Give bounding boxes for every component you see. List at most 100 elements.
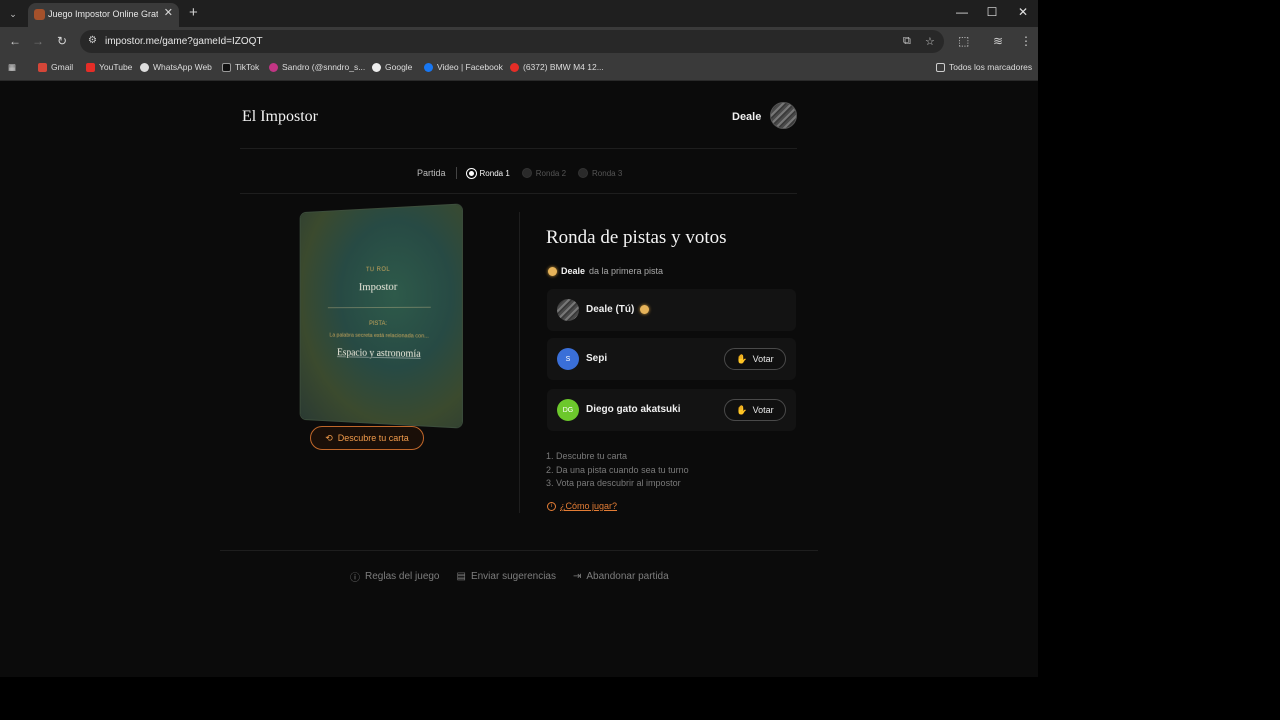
card-role: Impostor bbox=[358, 280, 398, 294]
card-divider bbox=[327, 306, 431, 309]
youtube-icon bbox=[510, 62, 519, 72]
info-icon: i bbox=[547, 501, 556, 511]
user-avatar[interactable] bbox=[770, 102, 797, 129]
instructions: 1. Descubre tu carta 2. Da una pista cua… bbox=[546, 450, 689, 491]
bookmark-google[interactable]: Google bbox=[372, 62, 412, 72]
player-name: Sepi bbox=[586, 353, 608, 364]
window-close-icon[interactable]: ✕ bbox=[1013, 5, 1033, 19]
install-icon[interactable]: ⧉ bbox=[903, 35, 911, 48]
folder-icon bbox=[936, 62, 945, 72]
apps-icon[interactable]: ▦ bbox=[8, 62, 16, 73]
flip-icon: ⟲ bbox=[325, 432, 333, 443]
partida-label: Partida bbox=[417, 168, 446, 178]
avatar: S bbox=[557, 348, 579, 370]
favicon-icon bbox=[34, 9, 45, 20]
round-dot-icon bbox=[578, 168, 589, 178]
player-name: Diego gato akatsuki bbox=[586, 404, 681, 415]
card-pista-sub: La palabra secreta está relacionada con.… bbox=[329, 332, 429, 340]
leave-game-link[interactable]: ⇥ Abandonar partida bbox=[573, 569, 669, 584]
whatsapp-icon bbox=[140, 62, 149, 72]
info-icon: ⓘ bbox=[350, 573, 360, 584]
site-logo[interactable]: El Impostor bbox=[242, 108, 318, 126]
step-item: 3. Vota para descubrir al impostor bbox=[546, 478, 681, 488]
avatar bbox=[557, 299, 579, 321]
hand-icon: ✋ bbox=[736, 404, 748, 415]
card-role-label: TU ROL bbox=[365, 266, 391, 274]
player-row: S Sepi ✋ Votar bbox=[547, 338, 796, 380]
bookmark-tiktok[interactable]: TikTok bbox=[222, 62, 259, 72]
browser-window: ⌄ Juego Impostor Online Gratis - ✕ + — ☐… bbox=[0, 0, 1038, 677]
tab-title: Juego Impostor Online Gratis - bbox=[48, 9, 158, 19]
rounds-divider bbox=[240, 193, 797, 194]
suggestions-link[interactable]: ▤ Enviar sugerencias bbox=[457, 569, 557, 584]
tiktok-icon bbox=[222, 62, 231, 72]
round-dot-icon bbox=[521, 168, 532, 178]
round-3: Ronda 3 bbox=[578, 168, 622, 178]
back-icon[interactable]: ← bbox=[7, 34, 23, 48]
round-1: Ronda 1 bbox=[465, 167, 510, 179]
extensions-icon[interactable]: ⬚ bbox=[958, 34, 969, 48]
facebook-icon bbox=[424, 62, 433, 72]
user-name: Deale bbox=[732, 111, 762, 123]
card-pista-label: PISTA: bbox=[369, 320, 388, 328]
bookmark-facebook[interactable]: Video | Facebook bbox=[424, 62, 503, 72]
sun-icon bbox=[640, 305, 650, 314]
bookmark-instagram[interactable]: Sandro (@snndro_s... bbox=[269, 62, 365, 72]
browser-tab[interactable]: Juego Impostor Online Gratis - ✕ bbox=[28, 3, 179, 27]
hand-icon: ✋ bbox=[736, 353, 748, 364]
youtube-icon bbox=[86, 62, 95, 72]
role-card[interactable]: TU ROL Impostor PISTA: La palabra secret… bbox=[300, 204, 462, 428]
sun-icon bbox=[548, 266, 557, 276]
card-word: Espacio y astronomía bbox=[337, 347, 421, 360]
header-divider bbox=[240, 148, 797, 149]
clue-text: da la primera pista bbox=[589, 266, 664, 276]
minimize-icon[interactable]: — bbox=[952, 5, 972, 19]
bookmark-star-icon[interactable]: ☆ bbox=[925, 35, 935, 48]
footer-divider bbox=[220, 550, 818, 551]
site-info-icon[interactable]: ⚙ bbox=[88, 35, 97, 46]
vote-button[interactable]: ✋ Votar bbox=[724, 348, 786, 370]
maximize-icon[interactable]: ☐ bbox=[982, 5, 1002, 19]
message-icon: ▤ bbox=[456, 571, 466, 582]
exit-icon: ⇥ bbox=[573, 571, 582, 582]
all-bookmarks[interactable]: Todos los marcadores bbox=[936, 62, 1032, 72]
reveal-card-button[interactable]: ⟲ Descubre tu carta bbox=[310, 426, 424, 450]
tab-search-icon[interactable]: ⌄ bbox=[5, 6, 21, 22]
player-row: Deale (Tú) bbox=[547, 289, 796, 331]
bookmark-bmw[interactable]: (6372) BMW M4 12... bbox=[510, 62, 604, 72]
game-page: El Impostor Deale Partida Ronda 1 Ronda … bbox=[0, 81, 1038, 677]
step-item: 1. Descubre tu carta bbox=[546, 451, 628, 461]
vertical-divider bbox=[519, 212, 520, 513]
instagram-icon bbox=[269, 62, 278, 72]
bookmark-whatsapp[interactable]: WhatsApp Web bbox=[140, 62, 212, 72]
gmail-icon bbox=[38, 62, 47, 72]
round-dot-icon bbox=[465, 167, 477, 179]
menu-icon[interactable]: ⋮ bbox=[1020, 34, 1032, 48]
new-tab-icon[interactable]: + bbox=[189, 4, 198, 21]
vote-button[interactable]: ✋ Votar bbox=[724, 399, 786, 421]
rounds-separator bbox=[455, 167, 457, 179]
rules-link[interactable]: ⓘ Reglas del juego bbox=[350, 569, 440, 584]
url-text[interactable]: impostor.me/game?gameId=IZOQT bbox=[105, 36, 263, 47]
clue-turn: Deale da la primera pista bbox=[548, 266, 663, 276]
reveal-button-label: Descubre tu carta bbox=[337, 433, 409, 443]
tab-strip: ⌄ Juego Impostor Online Gratis - ✕ + — ☐… bbox=[0, 0, 1038, 27]
player-row: DG Diego gato akatsuki ✋ Votar bbox=[547, 389, 796, 431]
reload-icon[interactable]: ↻ bbox=[54, 34, 70, 48]
bookmarks-bar: ▦ Gmail YouTube WhatsApp Web TikTok Sand… bbox=[0, 56, 1038, 81]
browser-toolbar: ← → ↻ ⚙ impostor.me/game?gameId=IZOQT ⧉ … bbox=[0, 27, 1038, 56]
bookmark-gmail[interactable]: Gmail bbox=[38, 62, 73, 72]
profile-icon[interactable]: ≋ bbox=[993, 34, 1003, 48]
bookmark-youtube[interactable]: YouTube bbox=[86, 62, 132, 72]
footer: ⓘ Reglas del juego ▤ Enviar sugerencias ⇥ A… bbox=[350, 569, 669, 584]
address-bar[interactable]: ⚙ impostor.me/game?gameId=IZOQT ⧉ ☆ bbox=[80, 30, 944, 53]
avatar: DG bbox=[557, 399, 579, 421]
how-to-play-link[interactable]: i ¿Cómo jugar? bbox=[547, 501, 617, 511]
forward-icon[interactable]: → bbox=[30, 34, 46, 48]
panel-title: Ronda de pistas y votos bbox=[546, 227, 727, 248]
close-tab-icon[interactable]: ✕ bbox=[164, 6, 173, 19]
clue-player: Deale bbox=[561, 266, 586, 276]
player-name: Deale (Tú) bbox=[586, 304, 650, 315]
round-2: Ronda 2 bbox=[521, 168, 566, 178]
step-item: 2. Da una pista cuando sea tu turno bbox=[546, 464, 689, 475]
